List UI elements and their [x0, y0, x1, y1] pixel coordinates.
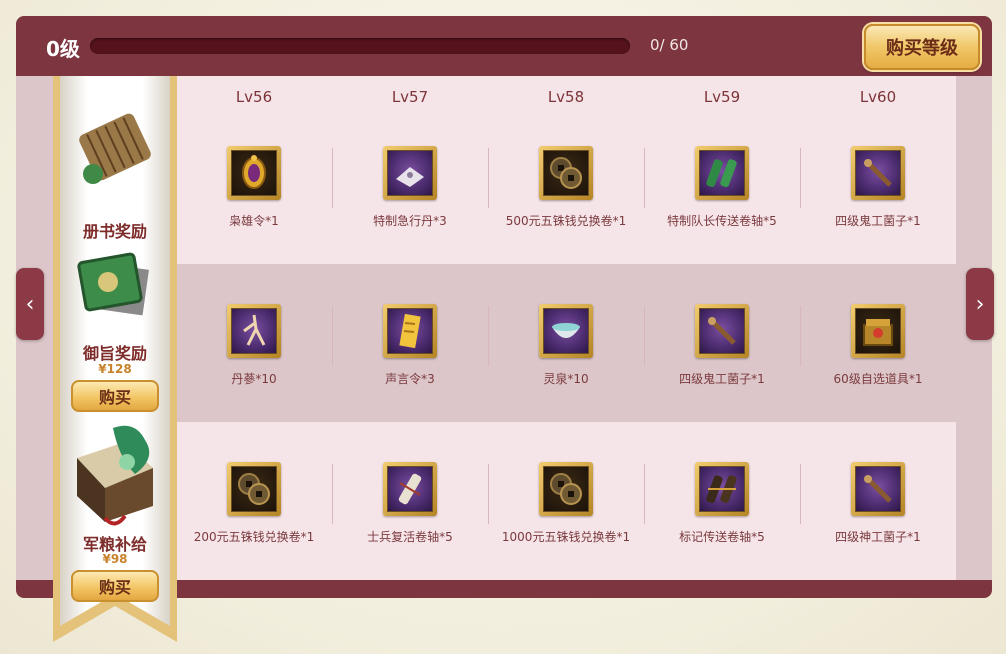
item-name: 四级鬼工菌子*1	[835, 214, 921, 228]
level-header: Lv59	[703, 88, 741, 106]
scroll-pair-icon	[699, 466, 745, 512]
tool-icon	[855, 150, 901, 196]
reward-item[interactable]: 500元五铢钱兑换卷*1	[488, 146, 644, 256]
buy-edict-button[interactable]: 购买	[71, 380, 159, 412]
item-name: 标记传送卷轴*5	[679, 530, 765, 544]
reward-item[interactable]: 特制队长传送卷轴*5	[644, 146, 800, 256]
level-header: Lv56	[235, 88, 273, 106]
buy-supply-button[interactable]: 购买	[71, 570, 159, 602]
tier-price: ¥128	[98, 362, 132, 376]
item-name: 60级自选道具*1	[833, 372, 923, 386]
item-name: 四级神工菌子*1	[835, 530, 921, 544]
level-bar: 0级 0/ 60 购买等级	[16, 16, 992, 76]
progress-count: 0/ 60	[650, 36, 689, 54]
item-name: 声言令*3	[385, 372, 435, 386]
prev-page-button[interactable]: ‹	[16, 268, 44, 340]
reward-item[interactable]: 60级自选道具*1	[800, 304, 956, 414]
golden-token-icon	[231, 150, 277, 196]
level-header: Lv60	[859, 88, 897, 106]
scroll-icon	[387, 466, 433, 512]
reward-item[interactable]: 士兵复活卷轴*5	[332, 462, 488, 572]
reward-item[interactable]: 四级神工菌子*1	[800, 462, 956, 572]
chevron-right-icon: ›	[975, 291, 985, 317]
reward-item[interactable]: 特制急行丹*3	[332, 146, 488, 256]
reward-row-edict: 丹蔘*10 声言令*3 灵泉*10 四级鬼工菌子*1 60级自选道具*1	[176, 264, 956, 422]
reward-item[interactable]: 声言令*3	[332, 304, 488, 414]
coin-icon	[231, 466, 277, 512]
item-name: 特制队长传送卷轴*5	[667, 214, 777, 228]
reward-row-supply: 200元五铢钱兑换卷*1 士兵复活卷轴*5 1000元五铢钱兑换卷*1 标记传送…	[176, 422, 956, 580]
tier-price: ¥98	[102, 552, 128, 566]
coin-icon	[543, 150, 589, 196]
item-name: 士兵复活卷轴*5	[367, 530, 453, 544]
supply-chest-icon	[77, 425, 153, 526]
tool-icon	[855, 466, 901, 512]
reward-item[interactable]: 1000元五铢钱兑换卷*1	[488, 462, 644, 572]
reward-row-book: Lv56 Lv57 Lv58 Lv59 Lv60 枭雄令*1 特制急行丹*3 5…	[176, 76, 956, 264]
reward-item[interactable]: 四级鬼工菌子*1	[644, 304, 800, 414]
coin-icon	[543, 466, 589, 512]
bamboo-scroll-icon	[79, 113, 151, 184]
bowl-icon	[543, 308, 589, 354]
next-page-button[interactable]: ›	[966, 268, 994, 340]
item-name: 丹蔘*10	[231, 372, 277, 386]
reward-item[interactable]: 丹蔘*10	[176, 304, 332, 414]
current-level: 0级	[46, 37, 80, 61]
pill-icon	[387, 150, 433, 196]
chevron-left-icon: ‹	[25, 291, 35, 317]
level-progress-bar	[90, 38, 630, 54]
ginseng-icon	[231, 308, 277, 354]
reward-item[interactable]: 200元五铢钱兑换卷*1	[176, 462, 332, 572]
green-book-icon	[77, 252, 149, 316]
tier-supply	[53, 418, 177, 532]
item-name: 特制急行丹*3	[373, 214, 447, 228]
item-name: 灵泉*10	[543, 372, 589, 386]
item-name: 枭雄令*1	[229, 214, 279, 228]
item-name: 四级鬼工菌子*1	[679, 372, 765, 386]
decree-icon	[387, 308, 433, 354]
level-header: Lv57	[391, 88, 429, 106]
level-header: Lv58	[547, 88, 585, 106]
item-name: 500元五铢钱兑换卷*1	[505, 214, 627, 228]
tier-title: 册书奖励	[82, 222, 147, 241]
scroll-pair-icon	[699, 150, 745, 196]
chest-icon	[855, 308, 901, 354]
tier-edict	[53, 244, 177, 338]
reward-item[interactable]: 标记传送卷轴*5	[644, 462, 800, 572]
tier-book	[53, 112, 177, 206]
reward-tier-banner: 册书奖励 御旨奖励 ¥128 购买 军粮补给 ¥98 购买	[53, 76, 177, 644]
reward-item[interactable]: 四级鬼工菌子*1	[800, 146, 956, 256]
tier-title: 御旨奖励	[82, 344, 147, 363]
item-name: 200元五铢钱兑换卷*1	[193, 530, 315, 544]
reward-item[interactable]: 枭雄令*1	[176, 146, 332, 256]
buy-level-button[interactable]: 购买等级	[864, 24, 980, 70]
reward-item[interactable]: 灵泉*10	[488, 304, 644, 414]
tool-icon	[699, 308, 745, 354]
item-name: 1000元五铢钱兑换卷*1	[501, 530, 631, 544]
